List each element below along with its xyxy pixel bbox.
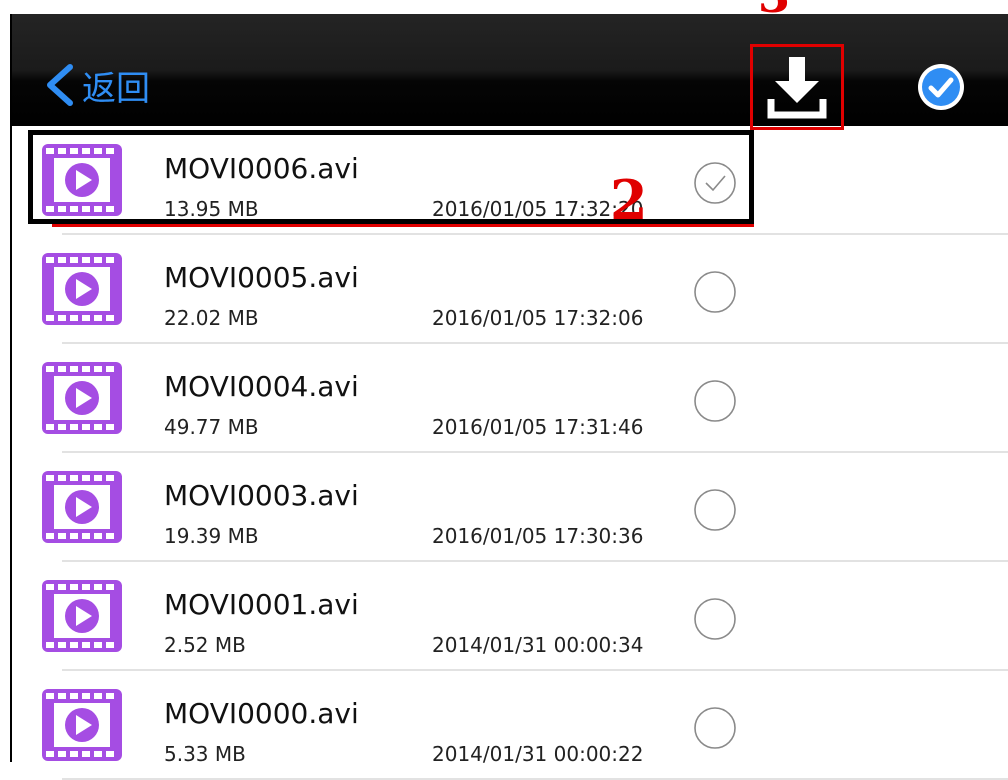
file-size: 13.95 MB (164, 197, 259, 221)
row-checkbox[interactable] (692, 378, 738, 424)
file-size: 19.39 MB (164, 524, 259, 548)
selected-row-underline (52, 224, 754, 227)
file-name: MOVI0006.avi (164, 152, 359, 185)
step-3-annotation: 3 (758, 0, 790, 19)
file-row[interactable]: MOVI0005.avi 22.02 MB 2016/01/05 17:32:06 (12, 235, 1008, 344)
nav-bar: 返回 (12, 14, 1008, 130)
file-name: MOVI0005.avi (164, 261, 359, 294)
file-size: 5.33 MB (164, 742, 246, 766)
file-name: MOVI0003.avi (164, 479, 359, 512)
file-row[interactable]: MOVI0006.avi 13.95 MB 2016/01/05 17:32:20 2 (12, 126, 1008, 235)
row-checkbox[interactable] (692, 487, 738, 533)
file-row[interactable]: MOVI0001.avi 2.52 MB 2014/01/31 00:00:34 (12, 562, 1008, 671)
file-date: 2016/01/05 17:30:36 (432, 524, 644, 548)
file-date: 2014/01/31 00:00:34 (432, 633, 644, 657)
row-checkbox[interactable] (692, 705, 738, 751)
file-row[interactable]: MOVI0003.avi 19.39 MB 2016/01/05 17:30:36 (12, 453, 1008, 562)
step-2-annotation: 2 (610, 168, 648, 232)
file-row[interactable]: MOVI0000.avi 5.33 MB 2014/01/31 00:00:22 (12, 671, 1008, 780)
file-date: 2016/01/05 17:31:46 (432, 415, 644, 439)
video-file-icon (40, 251, 124, 327)
video-file-icon (40, 687, 124, 763)
download-icon (767, 57, 827, 119)
file-list: MOVI0006.avi 13.95 MB 2016/01/05 17:32:20 2… (12, 126, 1008, 780)
file-name: MOVI0000.avi (164, 697, 359, 730)
row-checkbox[interactable] (692, 160, 738, 206)
file-size: 2.52 MB (164, 633, 246, 657)
file-size: 22.02 MB (164, 306, 259, 330)
download-button[interactable] (750, 44, 844, 130)
chevron-left-icon (47, 64, 73, 106)
row-checkbox[interactable] (692, 596, 738, 642)
file-size: 49.77 MB (164, 415, 259, 439)
file-name: MOVI0004.avi (164, 370, 359, 403)
back-label: 返回 (82, 68, 150, 109)
file-date: 2014/01/31 00:00:22 (432, 742, 644, 766)
back-button[interactable]: 返回 (42, 60, 150, 110)
file-row[interactable]: MOVI0004.avi 49.77 MB 2016/01/05 17:31:46 (12, 344, 1008, 453)
row-checkbox[interactable] (692, 269, 738, 315)
video-file-icon (40, 469, 124, 545)
file-name: MOVI0001.avi (164, 588, 359, 621)
video-file-icon (40, 578, 124, 654)
video-file-icon (40, 360, 124, 436)
file-date: 2016/01/05 17:32:06 (432, 306, 644, 330)
video-file-icon (40, 142, 124, 218)
select-all-button[interactable] (916, 62, 966, 112)
